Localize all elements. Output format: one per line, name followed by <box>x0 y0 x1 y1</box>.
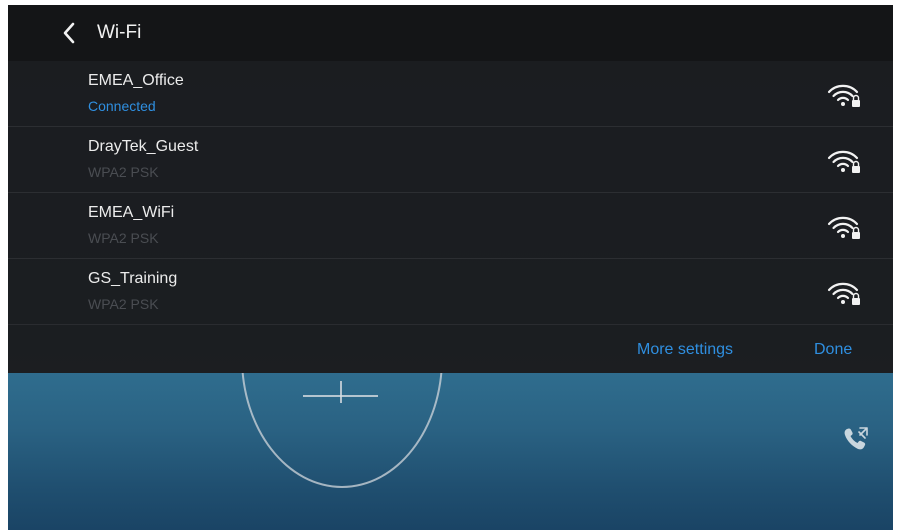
network-name: GS_Training <box>88 270 178 287</box>
network-status: WPA2 PSK <box>88 230 159 246</box>
home-wallpaper <box>8 373 893 530</box>
device-screen: Wi-Fi EMEA_Office Connected DrayTek_Gues… <box>8 5 893 530</box>
wifi-lock-icon <box>827 216 860 239</box>
network-status: Connected <box>88 98 156 114</box>
network-row-emea-wifi[interactable]: EMEA_WiFi WPA2 PSK <box>8 193 893 259</box>
more-settings-button[interactable]: More settings <box>637 339 733 361</box>
wifi-lock-icon <box>827 282 860 305</box>
chevron-left-icon[interactable] <box>58 19 80 47</box>
wifi-panel: Wi-Fi EMEA_Office Connected DrayTek_Gues… <box>8 5 893 373</box>
network-status: WPA2 PSK <box>88 164 159 180</box>
network-name: EMEA_Office <box>88 72 184 89</box>
network-row-draytek-guest[interactable]: DrayTek_Guest WPA2 PSK <box>8 127 893 193</box>
call-transfer-icon[interactable] <box>840 423 872 455</box>
wifi-network-list: EMEA_Office Connected DrayTek_Guest WPA2… <box>8 61 893 325</box>
wifi-footer-actions: More settings Done <box>8 325 893 373</box>
network-row-emea-office[interactable]: EMEA_Office Connected <box>8 61 893 127</box>
network-row-gs-training[interactable]: GS_Training WPA2 PSK <box>8 259 893 325</box>
wifi-lock-icon <box>827 84 860 107</box>
page-title: Wi-Fi <box>97 22 142 43</box>
wifi-header: Wi-Fi <box>8 5 893 61</box>
network-status: WPA2 PSK <box>88 296 159 312</box>
add-icon-stem <box>340 381 342 403</box>
network-name: DrayTek_Guest <box>88 138 199 155</box>
done-button[interactable]: Done <box>814 339 852 361</box>
network-name: EMEA_WiFi <box>88 204 175 221</box>
dial-circle[interactable] <box>241 373 443 488</box>
wifi-lock-icon <box>827 150 860 173</box>
